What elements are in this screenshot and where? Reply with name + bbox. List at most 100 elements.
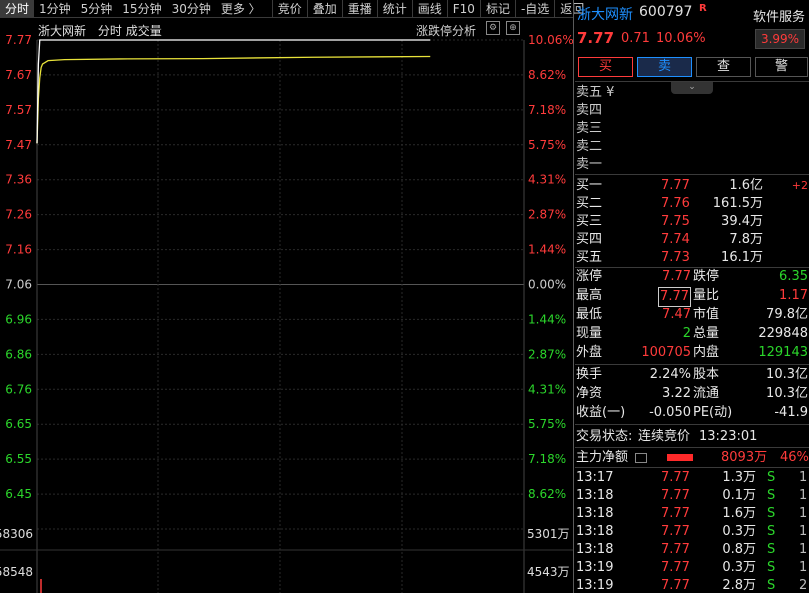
main-flow-bar [667,454,693,461]
draw-button[interactable]: 画线 [411,0,447,18]
price-tick-label: 7.26 [5,208,32,222]
query-button[interactable]: 查 [696,57,751,77]
sector-change-badge: 3.99% [755,29,805,49]
ask-3-label: 卖三 [576,121,603,136]
bid-row[interactable]: 买三 7.75 39.4万 [575,213,809,231]
fundamental-label: 流通 [693,386,720,401]
divider [575,467,809,468]
bid-row[interactable]: 买五 7.73 16.1万 [575,249,809,267]
trade-side: S [767,470,776,485]
pct-tick-label: 2.87% [528,208,566,222]
trade-time: 13:18 [576,542,614,557]
bid-label: 买二 [576,196,603,211]
trade-count: 2 [799,578,808,593]
bid-row[interactable]: 买二 7.76 161.5万 [575,195,809,213]
ask-1-label: 卖一 [576,157,603,172]
fundamental-row: 换手 2.24% 股本 10.3亿 [575,366,809,384]
trade-row[interactable]: 13:18 7.77 1.6万 S 1 [575,505,809,523]
list-icon[interactable] [635,453,647,463]
replay-button[interactable]: 重播 [341,0,377,18]
divider [575,364,809,365]
stat-row: 涨停 7.77 跌停 6.35 [575,268,809,286]
main-flow-value: 8093万 [721,450,768,465]
price-tick-label: 7.77 [5,33,32,47]
trade-price: 7.77 [661,578,690,593]
trade-volume: 0.3万 [722,560,756,575]
stat-value: 229848 [758,326,808,341]
fundamental-value: 3.22 [662,386,691,401]
panel-divider [573,0,574,593]
bid-label: 买一 [576,178,603,193]
stat-label: 现量 [576,326,603,341]
bid-label: 买三 [576,214,603,229]
buy-button[interactable]: 买 [578,57,633,77]
stat-value: 100705 [641,345,691,360]
period-tab-more[interactable]: 更多 〉 [216,0,266,18]
period-tab-5min[interactable]: 5分钟 [76,0,118,18]
stock-name[interactable]: 浙大网新 [577,4,633,24]
f10-button[interactable]: F10 [446,0,480,18]
pct-tick-label: 8.62% [528,68,566,82]
alert-button[interactable]: 警 [755,57,808,77]
limit-analysis-link[interactable]: 涨跌停分析 [416,22,476,39]
trade-row[interactable]: 13:19 7.77 2.8万 S 2 [575,577,809,593]
stat-label: 总量 [693,326,720,341]
period-tab-30min[interactable]: 30分钟 [167,0,216,18]
fundamental-value: 2.24% [649,367,691,382]
trade-side: S [767,560,776,575]
bid-row[interactable]: 买四 7.74 7.8万 [575,231,809,249]
stat-label: 市值 [693,307,720,322]
price-tick-label: 7.47 [5,138,32,152]
pct-tick-label: 7.18% [528,452,566,466]
bid-price: 7.73 [661,250,690,265]
trade-row[interactable]: 13:17 7.77 1.3万 S 1 [575,469,809,487]
bid-label: 买五 [576,250,603,265]
auction-button[interactable]: 竞价 [271,0,307,18]
bid-volume: 161.5万 [712,196,763,211]
bid-label: 买四 [576,232,603,247]
watchlist-remove-button[interactable]: -自选 [514,0,554,18]
settings-icon[interactable]: ⚙ [486,21,500,35]
chart-toolbar: 分时 1分钟 5分钟 15分钟 30分钟 更多 〉 竞价 叠加 重播 统计 画线… [0,0,584,18]
bid-volume: 39.4万 [721,214,763,229]
main-flow-row[interactable]: 主力净额 8093万 46% [575,449,809,467]
period-tab-1min[interactable]: 1分钟 [34,0,76,18]
bid-volume: 7.8万 [729,232,763,247]
average-price-line [36,55,431,144]
sector-name[interactable]: 软件服务 [753,6,805,25]
bid-price: 7.74 [661,232,690,247]
bid-price: 7.76 [661,196,690,211]
period-tab-15min[interactable]: 15分钟 [117,0,166,18]
pct-tick-label: 8.62% [528,487,566,501]
price-tick-label: 7.16 [5,243,32,257]
fundamental-label: 股本 [693,367,720,382]
trade-row[interactable]: 13:18 7.77 0.8万 S 1 [575,541,809,559]
trade-row[interactable]: 13:19 7.77 0.3万 S 1 [575,559,809,577]
price-change: 0.71 [621,31,650,46]
pct-tick-label: 5.75% [528,138,566,152]
mark-button[interactable]: 标记 [479,0,515,18]
trade-side: S [767,542,776,557]
bid-row[interactable]: 买一 7.77 1.6亿 +2 [575,177,809,195]
stat-row: 现量 2 总量 229848 [575,325,809,343]
intraday-chart[interactable]: 7.77 7.67 7.57 7.47 7.36 7.26 7.16 7.06 6.96 6.86… [0,19,574,593]
trade-row[interactable]: 13:18 7.77 0.3万 S 1 [575,523,809,541]
overlay-button[interactable]: 叠加 [306,0,342,18]
trade-count: 1 [799,524,808,539]
stats-button[interactable]: 统计 [376,0,412,18]
trade-price: 7.77 [661,506,690,521]
stat-value: 79.8亿 [766,307,808,322]
volume-tick-label: 58548 [0,565,33,579]
trade-time: 13:17 [576,470,614,485]
trade-side: S [767,578,776,593]
price-tick-label: 7.06 [5,278,32,292]
last-price: 7.77 [577,29,615,47]
bid-price: 7.75 [661,214,690,229]
sell-button[interactable]: 卖 [637,57,692,77]
price-tick-label: 7.36 [5,173,32,187]
trade-row[interactable]: 13:18 7.77 0.1万 S 1 [575,487,809,505]
period-tab-intraday[interactable]: 分时 [0,0,35,18]
pct-tick-label: 10.06% [528,33,574,47]
price-tick-label: 6.55 [5,452,32,466]
zoom-icon[interactable]: ⊕ [506,21,520,35]
